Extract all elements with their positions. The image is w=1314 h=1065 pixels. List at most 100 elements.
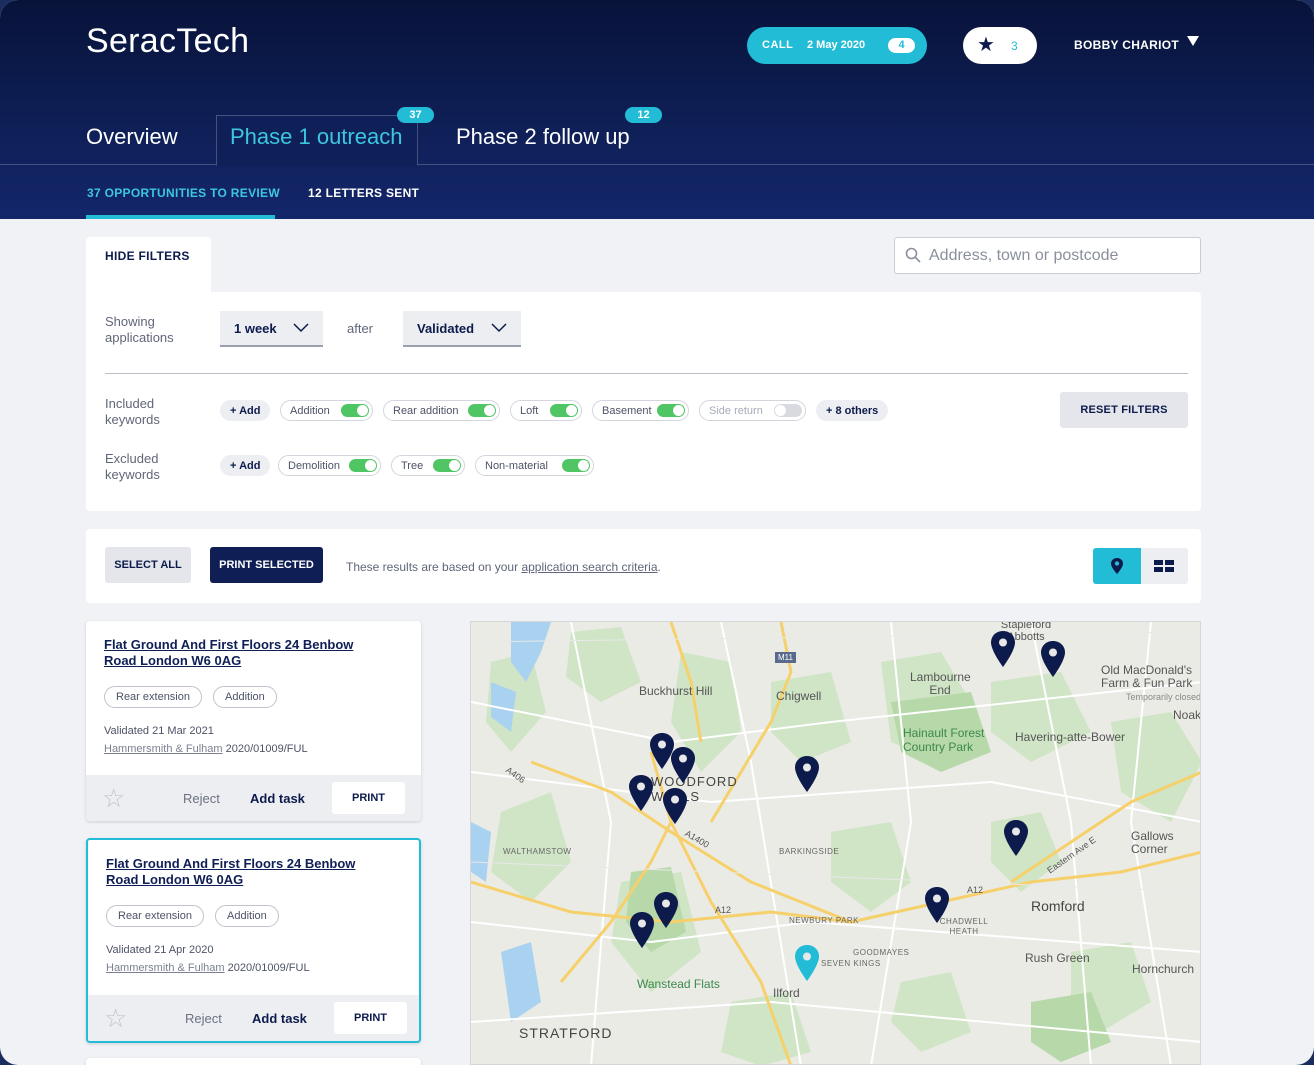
keyword-label: Basement	[602, 405, 652, 417]
caret-down-icon[interactable]	[1187, 36, 1199, 46]
keyword-label: Tree	[401, 460, 424, 472]
add-task-button[interactable]: Add task	[250, 791, 305, 806]
tab-count-badge: 12	[625, 107, 662, 123]
user-menu[interactable]: BOBBY CHARIOT	[1074, 38, 1179, 52]
reset-filters-button[interactable]: RESET FILTERS	[1060, 392, 1188, 428]
print-selected-button[interactable]: PRINT SELECTED	[210, 547, 323, 583]
hide-filters-button[interactable]: HIDE FILTERS	[86, 237, 211, 297]
map-label: Ilford	[773, 986, 800, 1000]
keyword-toggle[interactable]	[562, 459, 590, 472]
view-toggle	[1093, 548, 1188, 584]
call-reminder-button[interactable]: CALL 2 May 2020 4	[747, 27, 927, 64]
map-pin-marker[interactable]	[990, 630, 1016, 668]
map-label: Buckhurst Hill	[639, 684, 713, 698]
road-label: A12	[715, 905, 732, 915]
favourites-button[interactable]: ★ 3	[963, 27, 1037, 64]
keyword-label: Non-material	[485, 460, 548, 472]
application-title-link[interactable]: Flat Ground And First Floors 24 Benbow R…	[106, 856, 376, 888]
call-date: 2 May 2020	[807, 39, 866, 51]
tab-phase-2-follow-up[interactable]: Phase 2 follow up	[456, 124, 630, 150]
chevron-down-icon	[293, 323, 309, 333]
keyword-toggle[interactable]	[550, 404, 578, 417]
select-all-button[interactable]: SELECT ALL	[105, 547, 191, 583]
map-pin-marker[interactable]	[629, 911, 655, 949]
keyword-toggle[interactable]	[433, 459, 461, 472]
council-link[interactable]: Hammersmith & Fulham	[104, 743, 223, 755]
showing-applications-label: Showing applications	[105, 314, 174, 345]
map-pin-marker[interactable]	[628, 774, 654, 812]
call-label: CALL	[762, 39, 794, 51]
keyword-chip-loft[interactable]: Loft	[510, 400, 582, 421]
more-keywords-button[interactable]: + 8 others	[816, 400, 888, 421]
search-input[interactable]	[929, 244, 1189, 268]
application-card[interactable]	[86, 1058, 421, 1065]
period-value: 1 week	[234, 321, 277, 336]
tab-phase-1-outreach[interactable]: Phase 1 outreach	[230, 124, 402, 150]
star-outline-icon[interactable]: ☆	[104, 1005, 127, 1031]
keyword-chip-side-return[interactable]: Side return	[699, 400, 806, 421]
map-view[interactable]: Buckhurst Hill Chigwell Lambourne End St…	[470, 621, 1201, 1065]
add-excluded-keyword-button[interactable]: + Add	[220, 455, 270, 476]
search-criteria-link[interactable]: application search criteria	[521, 560, 657, 574]
application-card-selected[interactable]: Flat Ground And First Floors 24 Benbow R…	[86, 838, 421, 1043]
map-pin-marker[interactable]	[1040, 640, 1066, 678]
map-label: Noak H	[1173, 708, 1201, 722]
map-pin-marker[interactable]	[653, 891, 679, 929]
period-dropdown[interactable]: 1 week	[220, 311, 323, 347]
call-count-badge: 4	[888, 38, 915, 53]
reject-button[interactable]: Reject	[183, 791, 220, 806]
hide-filters-label: HIDE FILTERS	[105, 249, 190, 263]
keyword-toggle[interactable]	[774, 404, 802, 417]
keyword-label: Rear addition	[393, 405, 459, 417]
brand-logo: SeracTech	[86, 22, 250, 60]
keyword-chip-addition[interactable]: Addition	[280, 400, 373, 421]
keyword-chip-demolition[interactable]: Demolition	[278, 455, 381, 476]
excluded-keywords-label: Excluded keywords	[105, 451, 160, 482]
keyword-chip-basement[interactable]: Basement	[592, 400, 689, 421]
subnav-letters-sent[interactable]: 12 LETTERS SENT	[308, 186, 419, 200]
print-button[interactable]: PRINT	[332, 782, 405, 814]
note-text: These results are based on your	[346, 560, 522, 574]
chevron-down-icon	[491, 323, 507, 333]
council-link[interactable]: Hammersmith & Fulham	[106, 962, 225, 974]
list-view-button[interactable]	[1141, 548, 1188, 584]
map-label: Lambourne End	[910, 670, 971, 697]
search-box[interactable]	[894, 237, 1201, 274]
application-reference: Hammersmith & Fulham 2020/01009/FUL	[104, 743, 308, 755]
status-dropdown[interactable]: Validated	[403, 311, 521, 347]
keyword-toggle[interactable]	[657, 404, 685, 417]
map-view-button[interactable]	[1093, 548, 1141, 584]
tab-overview[interactable]: Overview	[86, 124, 178, 150]
application-card[interactable]: Flat Ground And First Floors 24 Benbow R…	[86, 621, 421, 821]
subnav-active-indicator	[86, 215, 275, 219]
add-included-keyword-button[interactable]: + Add	[220, 400, 270, 421]
reference-number: 2020/01009/FUL	[222, 743, 308, 755]
road-shield: M11	[775, 652, 796, 663]
map-pin-marker[interactable]	[670, 746, 696, 784]
keyword-toggle[interactable]	[341, 404, 369, 417]
map-pin-marker[interactable]	[662, 787, 688, 825]
map-pin-marker[interactable]	[794, 755, 820, 793]
print-button[interactable]: PRINT	[334, 1002, 407, 1034]
map-pin-marker-selected[interactable]	[794, 944, 820, 982]
map-pin-marker[interactable]	[924, 886, 950, 924]
star-outline-icon[interactable]: ☆	[102, 785, 125, 811]
keyword-chip-rear-addition[interactable]: Rear addition	[383, 400, 500, 421]
application-title-link[interactable]: Flat Ground And First Floors 24 Benbow R…	[104, 637, 374, 669]
keyword-toggle[interactable]	[468, 404, 496, 417]
keyword-chip-non-material[interactable]: Non-material	[475, 455, 594, 476]
application-reference: Hammersmith & Fulham 2020/01009/FUL	[106, 962, 310, 974]
map-pin-marker[interactable]	[1003, 819, 1029, 857]
map-label: Havering-atte-Bower	[1015, 730, 1126, 744]
map-label: Romford	[1031, 898, 1085, 914]
map-label: Hainault Forest Country Park	[903, 726, 985, 754]
map-label: WALTHAMSTOW	[503, 847, 572, 856]
card-footer: ☆ Reject Add task PRINT	[88, 995, 419, 1041]
subnav-opportunities[interactable]: 37 OPPORTUNITIES TO REVIEW	[87, 186, 280, 200]
keyword-chip-tree[interactable]: Tree	[391, 455, 465, 476]
add-task-button[interactable]: Add task	[252, 1011, 307, 1026]
reject-button[interactable]: Reject	[185, 1011, 222, 1026]
keyword-toggle[interactable]	[349, 459, 377, 472]
grid-icon	[1154, 560, 1174, 572]
map-label: BARKINGSIDE	[779, 847, 840, 856]
